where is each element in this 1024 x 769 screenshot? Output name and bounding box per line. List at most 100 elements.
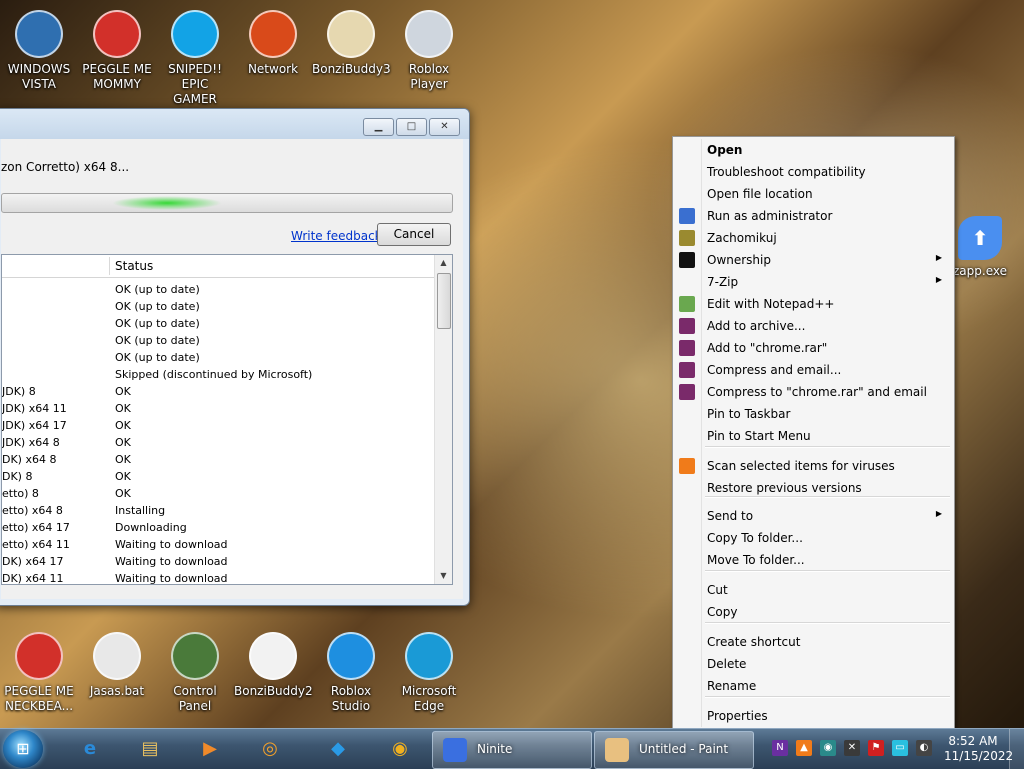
menu-item-zachomikuj[interactable]: Zachomikuj bbox=[675, 227, 952, 249]
list-row[interactable]: etto) x64 17 Downloading bbox=[2, 520, 434, 537]
vertical-scrollbar[interactable]: ▲ ▼ bbox=[434, 255, 452, 584]
desktop-icon-label: PEGGLE ME MOMMY bbox=[82, 62, 152, 91]
clock[interactable]: 8:52 AM 11/15/2022 bbox=[944, 734, 1013, 764]
menu-item-delete[interactable]: Delete bbox=[675, 653, 952, 675]
scroll-down-arrow[interactable]: ▼ bbox=[435, 568, 452, 584]
menu-item-edit-with-notepad[interactable]: Edit with Notepad++ bbox=[675, 293, 952, 315]
list-header: Status bbox=[2, 255, 434, 278]
menu-item-add-to-chrome-rar[interactable]: Add to "chrome.rar" bbox=[675, 337, 952, 359]
file-explorer-icon[interactable]: ▤ bbox=[130, 733, 170, 765]
write-feedback-link[interactable]: Write feedback bbox=[291, 229, 382, 243]
vpn-icon[interactable]: ◉ bbox=[380, 733, 420, 765]
list-row[interactable]: etto) 8 OK bbox=[2, 486, 434, 503]
edge-icon bbox=[405, 632, 453, 680]
row-status: OK bbox=[115, 419, 131, 432]
status-column-header[interactable]: Status bbox=[115, 259, 153, 273]
list-row[interactable]: OK (up to date) bbox=[2, 333, 434, 350]
menu-item-rename[interactable]: Rename bbox=[675, 675, 952, 697]
taskbar-button-label: Ninite bbox=[477, 742, 513, 756]
menu-item-ownership[interactable]: Ownership ▶ bbox=[675, 249, 952, 271]
list-row[interactable]: DK) x64 11 Waiting to download bbox=[2, 571, 434, 584]
maximize-button[interactable]: □ bbox=[396, 118, 427, 136]
desktop-icon[interactable]: Roblox Studio bbox=[312, 632, 390, 714]
desktop-icon[interactable]: BonziBuddy3 bbox=[312, 10, 391, 77]
menu-item-7-zip[interactable]: 7-Zip ▶ bbox=[675, 271, 952, 293]
menu-item-pin-to-taskbar[interactable]: Pin to Taskbar bbox=[675, 403, 952, 425]
list-row[interactable]: JDK) 8 OK bbox=[2, 384, 434, 401]
flag-icon[interactable]: ⚑ bbox=[868, 740, 884, 756]
menu-item-open[interactable]: Open bbox=[675, 139, 952, 161]
list-row[interactable]: OK (up to date) bbox=[2, 350, 434, 367]
menu-item-run-as-administrator[interactable]: Run as administrator bbox=[675, 205, 952, 227]
show-desktop-button[interactable] bbox=[1009, 729, 1024, 769]
row-status: Downloading bbox=[115, 521, 187, 534]
desktop-icon[interactable]: Roblox Player bbox=[390, 10, 468, 92]
menu-item-properties[interactable]: Properties bbox=[675, 705, 952, 727]
media-player-icon[interactable]: ▶ bbox=[190, 733, 230, 765]
list-row[interactable]: JDK) x64 11 OK bbox=[2, 401, 434, 418]
desktop-icon-zapp[interactable]: ⬆ zapp.exe bbox=[950, 216, 1010, 279]
desktop-icon-label: BonziBuddy2 bbox=[234, 684, 313, 698]
scroll-thumb[interactable] bbox=[437, 273, 451, 329]
list-row[interactable]: JDK) x64 8 OK bbox=[2, 435, 434, 452]
network-tray-icon[interactable]: ▭ bbox=[892, 740, 908, 756]
list-row[interactable]: DK) 8 OK bbox=[2, 469, 434, 486]
roblox-studio-icon[interactable]: ◆ bbox=[318, 733, 358, 765]
menu-item-cut[interactable]: Cut bbox=[675, 579, 952, 601]
list-row[interactable]: OK (up to date) bbox=[2, 282, 434, 299]
eye-icon[interactable]: ◉ bbox=[820, 740, 836, 756]
menu-item-open-file-location[interactable]: Open file location bbox=[675, 183, 952, 205]
menu-item-pin-to-start-menu[interactable]: Pin to Start Menu bbox=[675, 425, 952, 447]
scroll-up-arrow[interactable]: ▲ bbox=[435, 255, 452, 271]
start-button[interactable]: ⊞ bbox=[3, 730, 43, 768]
list-row[interactable]: OK (up to date) bbox=[2, 316, 434, 333]
desktop-icon-label: PEGGLE ME NECKBEA... bbox=[4, 684, 74, 713]
volume-icon[interactable]: ◐ bbox=[916, 740, 932, 756]
menu-item-copy[interactable]: Copy bbox=[675, 601, 952, 623]
list-row[interactable]: etto) x64 8 Installing bbox=[2, 503, 434, 520]
menu-item-send-to[interactable]: Send to ▶ bbox=[675, 505, 952, 527]
menu-item-troubleshoot-compatibility[interactable]: Troubleshoot compatibility bbox=[675, 161, 952, 183]
menu-item-compress-and-email[interactable]: Compress and email... bbox=[675, 359, 952, 381]
list-row[interactable]: DK) x64 17 Waiting to download bbox=[2, 554, 434, 571]
list-row[interactable]: Skipped (discontinued by Microsoft) bbox=[2, 367, 434, 384]
desktop-icon[interactable]: PEGGLE ME NECKBEA... bbox=[0, 632, 78, 714]
menu-item-label: Send to bbox=[707, 509, 754, 523]
column-separator[interactable] bbox=[109, 257, 110, 275]
menu-item-label: Edit with Notepad++ bbox=[707, 297, 835, 311]
taskbar-button-untitled-paint[interactable]: Untitled - Paint bbox=[594, 731, 754, 769]
browser-icon[interactable]: ◎ bbox=[250, 733, 290, 765]
desktop-icon[interactable]: WINDOWS VISTA bbox=[0, 10, 78, 92]
desktop-icon[interactable]: PEGGLE ME MOMMY bbox=[78, 10, 156, 92]
menu-item-label: Restore previous versions bbox=[707, 481, 862, 495]
row-status: OK (up to date) bbox=[115, 300, 200, 313]
menu-item-compress-to-chrome-rar-and-email[interactable]: Compress to "chrome.rar" and email bbox=[675, 381, 952, 403]
taskbar-button-ninite[interactable]: Ninite bbox=[432, 731, 592, 769]
desktop-icon[interactable]: Control Panel bbox=[156, 632, 234, 714]
menu-item-create-shortcut[interactable]: Create shortcut bbox=[675, 631, 952, 653]
list-row[interactable]: DK) x64 8 OK bbox=[2, 452, 434, 469]
desktop-icon[interactable]: SNIPED!! EPIC GAMER 360... bbox=[156, 10, 234, 122]
avast-tray-icon[interactable]: ▲ bbox=[796, 740, 812, 756]
list-rows: OK (up to date) OK (up to date) OK (up to … bbox=[2, 282, 434, 584]
menu-item-copy-to-folder[interactable]: Copy To folder... bbox=[675, 527, 952, 549]
list-row[interactable]: etto) x64 11 Waiting to download bbox=[2, 537, 434, 554]
desktop-icon-label: Network bbox=[247, 62, 299, 76]
window-titlebar[interactable]: ▁ □ ✕ bbox=[0, 109, 469, 139]
list-row[interactable]: OK (up to date) bbox=[2, 299, 434, 316]
desktop-icon[interactable]: Jasas.bat bbox=[78, 632, 156, 699]
minimize-button[interactable]: ▁ bbox=[363, 118, 394, 136]
desktop-icon[interactable]: Network bbox=[234, 10, 312, 77]
close-button[interactable]: ✕ bbox=[429, 118, 460, 136]
onenote-icon[interactable]: N bbox=[772, 740, 788, 756]
menu-item-label: Move To folder... bbox=[707, 553, 805, 567]
list-row[interactable]: JDK) x64 17 OK bbox=[2, 418, 434, 435]
desktop-icon[interactable]: BonziBuddy2 bbox=[234, 632, 313, 699]
tools-icon[interactable]: ✕ bbox=[844, 740, 860, 756]
internet-explorer-icon[interactable]: e bbox=[70, 733, 110, 765]
cancel-button[interactable]: Cancel bbox=[377, 223, 451, 246]
menu-item-scan-selected-items-for-viruses[interactable]: Scan selected items for viruses bbox=[675, 455, 952, 477]
menu-item-move-to-folder[interactable]: Move To folder... bbox=[675, 549, 952, 571]
menu-item-add-to-archive[interactable]: Add to archive... bbox=[675, 315, 952, 337]
desktop-icon[interactable]: Microsoft Edge bbox=[390, 632, 468, 714]
